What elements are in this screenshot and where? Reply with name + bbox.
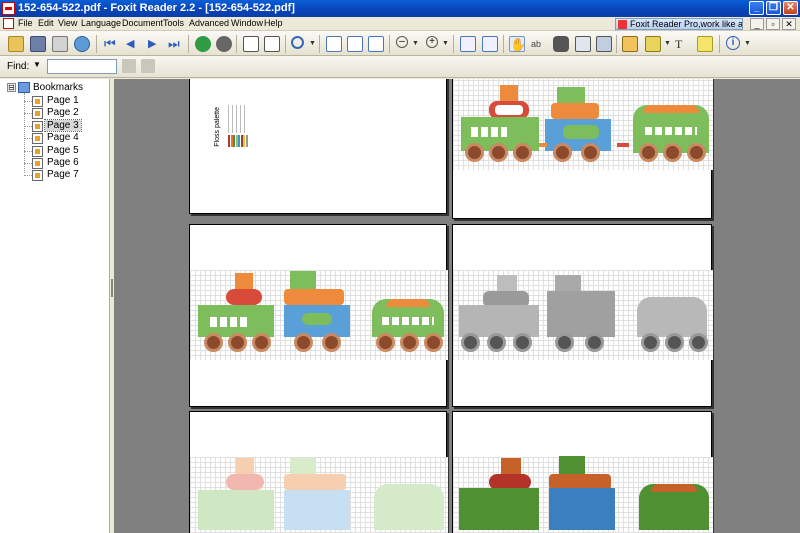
ad-text: Foxit Reader Pro,work like a pro!	[630, 19, 743, 29]
menu-help[interactable]: Help	[264, 18, 283, 28]
bookmark-page-icon	[32, 158, 43, 169]
menu-document[interactable]: Document	[122, 18, 163, 28]
minimize-button[interactable]: _	[749, 1, 764, 15]
bookmark-item-page-4[interactable]: Page 4	[45, 132, 81, 143]
image-icon[interactable]	[596, 36, 612, 52]
forward-icon[interactable]	[216, 36, 232, 52]
bookmark-item-page-6[interactable]: Page 6	[45, 157, 81, 168]
doc-close-button[interactable]: ✕	[782, 18, 796, 30]
pdf-page-5	[189, 411, 448, 533]
find-next-button[interactable]	[141, 59, 155, 73]
actual-size-icon[interactable]	[326, 36, 342, 52]
menu-edit[interactable]: Edit	[38, 18, 54, 28]
typewriter-icon[interactable]: T	[675, 36, 691, 52]
palette-swatch	[245, 135, 248, 147]
rotate-left-icon[interactable]	[243, 36, 259, 52]
rotate-right-icon[interactable]	[264, 36, 280, 52]
bookmark-page-icon	[32, 108, 43, 120]
bookmark-page-icon	[32, 170, 43, 182]
info-icon[interactable]: i	[726, 36, 740, 50]
save-icon[interactable]	[30, 36, 46, 52]
doc-restore-button[interactable]: ▫	[766, 18, 780, 30]
first-page-icon[interactable]: ⏮	[104, 36, 120, 52]
title-bar: 152-654-522.pdf - Foxit Reader 2.2 - [15…	[0, 0, 800, 17]
menu-view[interactable]: View	[58, 18, 77, 28]
bookmark-page-icon	[32, 96, 43, 107]
pdf-page-6	[452, 411, 713, 533]
menu-advanced[interactable]: Advanced	[189, 18, 229, 28]
palette-legend-lines	[228, 105, 248, 133]
continuous-icon[interactable]	[482, 36, 498, 52]
pdf-page-3	[189, 224, 448, 407]
fit-page-icon[interactable]	[347, 36, 363, 52]
hand-tool-icon[interactable]: ✋	[509, 36, 526, 52]
bookmark-page-icon	[32, 133, 43, 145]
foxit-logo-icon	[618, 20, 627, 29]
pdf-page-1: Floss palette	[189, 79, 447, 214]
zoom-out-icon[interactable]: –	[396, 36, 408, 48]
single-page-icon[interactable]	[460, 36, 476, 52]
document-icon[interactable]	[3, 18, 14, 29]
close-button[interactable]: ✕	[783, 1, 798, 15]
note-icon[interactable]	[697, 36, 713, 52]
bookmark-page-icon	[32, 120, 43, 132]
fit-width-icon[interactable]	[368, 36, 384, 52]
find-icon[interactable]	[553, 36, 569, 52]
bookmark-item-page-2[interactable]: Page 2	[45, 107, 81, 118]
palette-title: Floss palette	[214, 107, 221, 147]
next-page-icon[interactable]: ▶	[148, 36, 164, 52]
open-icon[interactable]	[8, 36, 24, 52]
bookmark-item-page-5[interactable]: Page 5	[45, 145, 81, 156]
find-input[interactable]	[47, 59, 117, 74]
prev-page-icon[interactable]: ◀	[126, 36, 142, 52]
bookmark-item-page-1[interactable]: Page 1	[45, 95, 81, 106]
pdf-page-2	[452, 79, 713, 219]
edit-icon[interactable]	[622, 36, 638, 52]
bookmarks-root-icon	[18, 82, 30, 93]
print-icon[interactable]	[52, 36, 68, 52]
bookmark-page-icon	[32, 145, 43, 157]
bookmark-item-page-7[interactable]: Page 7	[45, 169, 81, 180]
main-toolbar: ⏮ ◀ ▶ ⏭ ▼ – ▼ + ▼ ✋ ab ▼ T i ▼	[0, 31, 800, 56]
zoom-icon[interactable]	[291, 36, 304, 49]
pdf-page-4	[452, 224, 713, 407]
doc-minimize-button[interactable]: _	[750, 18, 764, 30]
snapshot-icon[interactable]	[575, 36, 591, 52]
window-title: 152-654-522.pdf - Foxit Reader 2.2 - [15…	[18, 2, 295, 14]
collapse-toggle[interactable]: ⊟	[7, 83, 16, 92]
find-label: Find:	[7, 61, 30, 72]
menu-language[interactable]: Language	[81, 18, 121, 28]
floss-palette-swatches	[228, 135, 248, 149]
menu-window[interactable]: Window	[231, 18, 263, 28]
text-select-icon[interactable]: ab	[531, 36, 547, 52]
app-icon	[2, 2, 15, 15]
zoom-in-icon[interactable]: +	[426, 36, 438, 48]
upgrade-ad-link[interactable]: Foxit Reader Pro,work like a pro!	[615, 18, 743, 30]
document-view[interactable]: Floss palette	[114, 79, 800, 533]
last-page-icon[interactable]: ⏭	[168, 36, 184, 52]
menu-tools[interactable]: Tools	[163, 18, 184, 28]
find-options-dropdown[interactable]: ▼	[33, 60, 41, 69]
email-icon[interactable]	[74, 36, 90, 52]
back-icon[interactable]	[195, 36, 211, 52]
maximize-button[interactable]: ❐	[766, 1, 781, 15]
highlight-icon[interactable]	[645, 36, 661, 52]
bookmarks-root-label[interactable]: Bookmarks	[33, 82, 83, 93]
find-previous-button[interactable]	[122, 59, 136, 73]
find-toolbar: Find: ▼	[0, 56, 800, 78]
menu-file[interactable]: File	[18, 18, 33, 28]
bookmark-item-page-3[interactable]: Page 3	[44, 118, 82, 132]
